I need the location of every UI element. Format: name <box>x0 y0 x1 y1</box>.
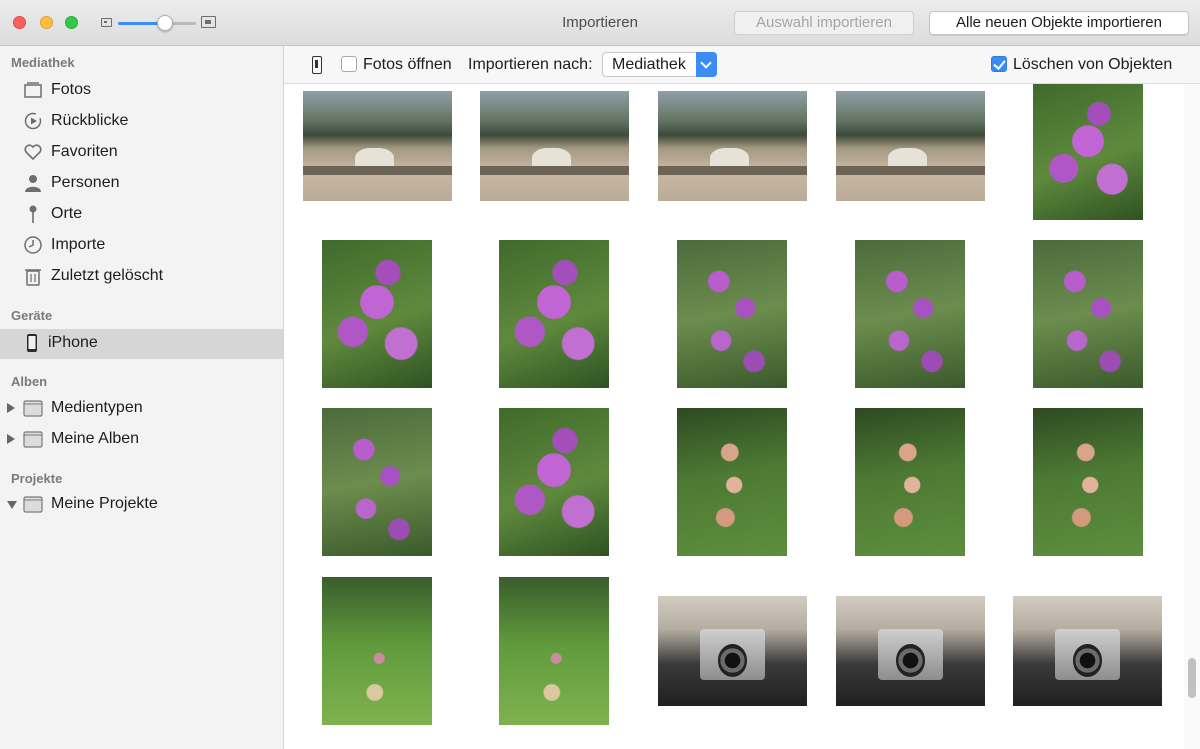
photo-thumbnail[interactable] <box>499 240 609 388</box>
scrollbar-thumb[interactable] <box>1188 658 1196 698</box>
import-toolbar: Fotos öffnen Importieren nach: Mediathek… <box>284 46 1200 84</box>
sidebar: Mediathek Fotos Rückblicke Favoriten Per… <box>0 46 284 749</box>
photo-thumbnail[interactable] <box>322 408 432 556</box>
photo-thumbnail[interactable] <box>1013 596 1162 706</box>
zoom-slider-knob[interactable] <box>156 15 173 31</box>
sidebar-item-orte[interactable]: Orte <box>0 200 283 230</box>
delete-items-checkbox[interactable] <box>991 56 1007 72</box>
photos-icon <box>24 82 42 98</box>
sidebar-item-meine-alben[interactable]: Meine Alben <box>0 425 283 455</box>
iphone-icon <box>27 334 37 352</box>
sidebar-item-label: Fotos <box>51 81 92 98</box>
import-all-new-button[interactable]: Alle neuen Objekte importieren <box>929 11 1189 35</box>
sidebar-item-label: Meine Alben <box>51 430 140 447</box>
disclosure-triangle-icon[interactable] <box>7 434 15 444</box>
photo-thumbnail[interactable] <box>499 408 609 556</box>
disclosure-triangle-icon[interactable] <box>7 501 17 509</box>
sidebar-item-label: Importe <box>51 236 106 253</box>
sidebar-item-label: Orte <box>51 205 83 222</box>
photo-grid <box>284 84 1184 749</box>
import-destination-value: Mediathek <box>612 56 686 73</box>
open-photos-checkbox[interactable] <box>341 56 357 72</box>
sidebar-item-meine-projekte[interactable]: Meine Projekte <box>0 490 283 520</box>
section-label-geraete: Geräte <box>11 308 53 323</box>
large-thumbnail-icon <box>201 16 216 28</box>
title-bar: Importieren Auswahl importieren Alle neu… <box>0 0 1200 46</box>
photo-thumbnail[interactable] <box>677 408 787 556</box>
open-photos-label: Fotos öffnen <box>363 56 452 73</box>
chevron-down-icon[interactable] <box>696 52 717 77</box>
photo-thumbnail[interactable] <box>836 91 985 201</box>
photo-thumbnail[interactable] <box>322 240 432 388</box>
sidebar-item-favoriten[interactable]: Favoriten <box>0 138 283 168</box>
photo-grid-scrollbar[interactable] <box>1184 84 1200 749</box>
import-destination-select[interactable]: Mediathek <box>602 52 717 77</box>
import-to-label: Importieren nach: <box>468 56 593 73</box>
sidebar-item-label: Rückblicke <box>51 112 129 129</box>
sidebar-item-zuletzt-geloescht[interactable]: Zuletzt gelöscht <box>0 262 283 292</box>
folder-icon <box>23 431 43 448</box>
photo-thumbnail[interactable] <box>480 91 629 201</box>
small-thumbnail-icon <box>101 18 112 27</box>
folder-icon <box>23 496 43 513</box>
photo-thumbnail[interactable] <box>658 596 807 706</box>
sidebar-item-fotos[interactable]: Fotos <box>0 76 283 106</box>
photo-thumbnail[interactable] <box>1033 240 1143 388</box>
sidebar-item-label: Favoriten <box>51 143 118 160</box>
folder-icon <box>23 400 43 417</box>
sidebar-item-label: Medientypen <box>51 399 143 416</box>
photo-thumbnail[interactable] <box>322 577 432 725</box>
sidebar-item-rueckblicke[interactable]: Rückblicke <box>0 107 283 137</box>
minimize-window-button[interactable] <box>40 16 53 29</box>
sidebar-item-label: Personen <box>51 174 120 191</box>
photo-thumbnail[interactable] <box>855 240 965 388</box>
section-label-projekte: Projekte <box>11 471 63 486</box>
clock-icon <box>24 236 42 254</box>
maximize-window-button[interactable] <box>65 16 78 29</box>
photo-thumbnail[interactable] <box>499 577 609 725</box>
sidebar-item-label: Meine Projekte <box>51 495 158 512</box>
sidebar-item-iphone[interactable]: iPhone <box>0 329 283 359</box>
heart-icon <box>24 144 42 161</box>
delete-items-label: Löschen von Objekten <box>1013 56 1173 73</box>
photo-thumbnail[interactable] <box>1033 84 1143 220</box>
photo-thumbnail[interactable] <box>1033 408 1143 556</box>
photo-thumbnail[interactable] <box>303 91 452 201</box>
window-title: Importieren <box>562 14 638 31</box>
photo-thumbnail[interactable] <box>855 408 965 556</box>
sidebar-item-label: iPhone <box>48 334 98 351</box>
sidebar-item-medientypen[interactable]: Medientypen <box>0 394 283 424</box>
sidebar-item-importe[interactable]: Importe <box>0 231 283 261</box>
person-icon <box>25 175 41 192</box>
pin-icon <box>29 205 37 223</box>
import-selection-button[interactable]: Auswahl importieren <box>734 11 914 35</box>
section-label-alben: Alben <box>11 374 48 389</box>
sidebar-item-label: Zuletzt gelöscht <box>51 267 164 284</box>
photo-thumbnail[interactable] <box>658 91 807 201</box>
memories-icon <box>24 112 42 130</box>
disclosure-triangle-icon[interactable] <box>7 403 15 413</box>
close-window-button[interactable] <box>13 16 26 29</box>
photo-thumbnail[interactable] <box>677 240 787 388</box>
sidebar-item-personen[interactable]: Personen <box>0 169 283 199</box>
photo-thumbnail[interactable] <box>836 596 985 706</box>
trash-icon <box>25 269 41 286</box>
iphone-icon <box>312 56 322 74</box>
section-label-mediathek: Mediathek <box>11 55 75 70</box>
